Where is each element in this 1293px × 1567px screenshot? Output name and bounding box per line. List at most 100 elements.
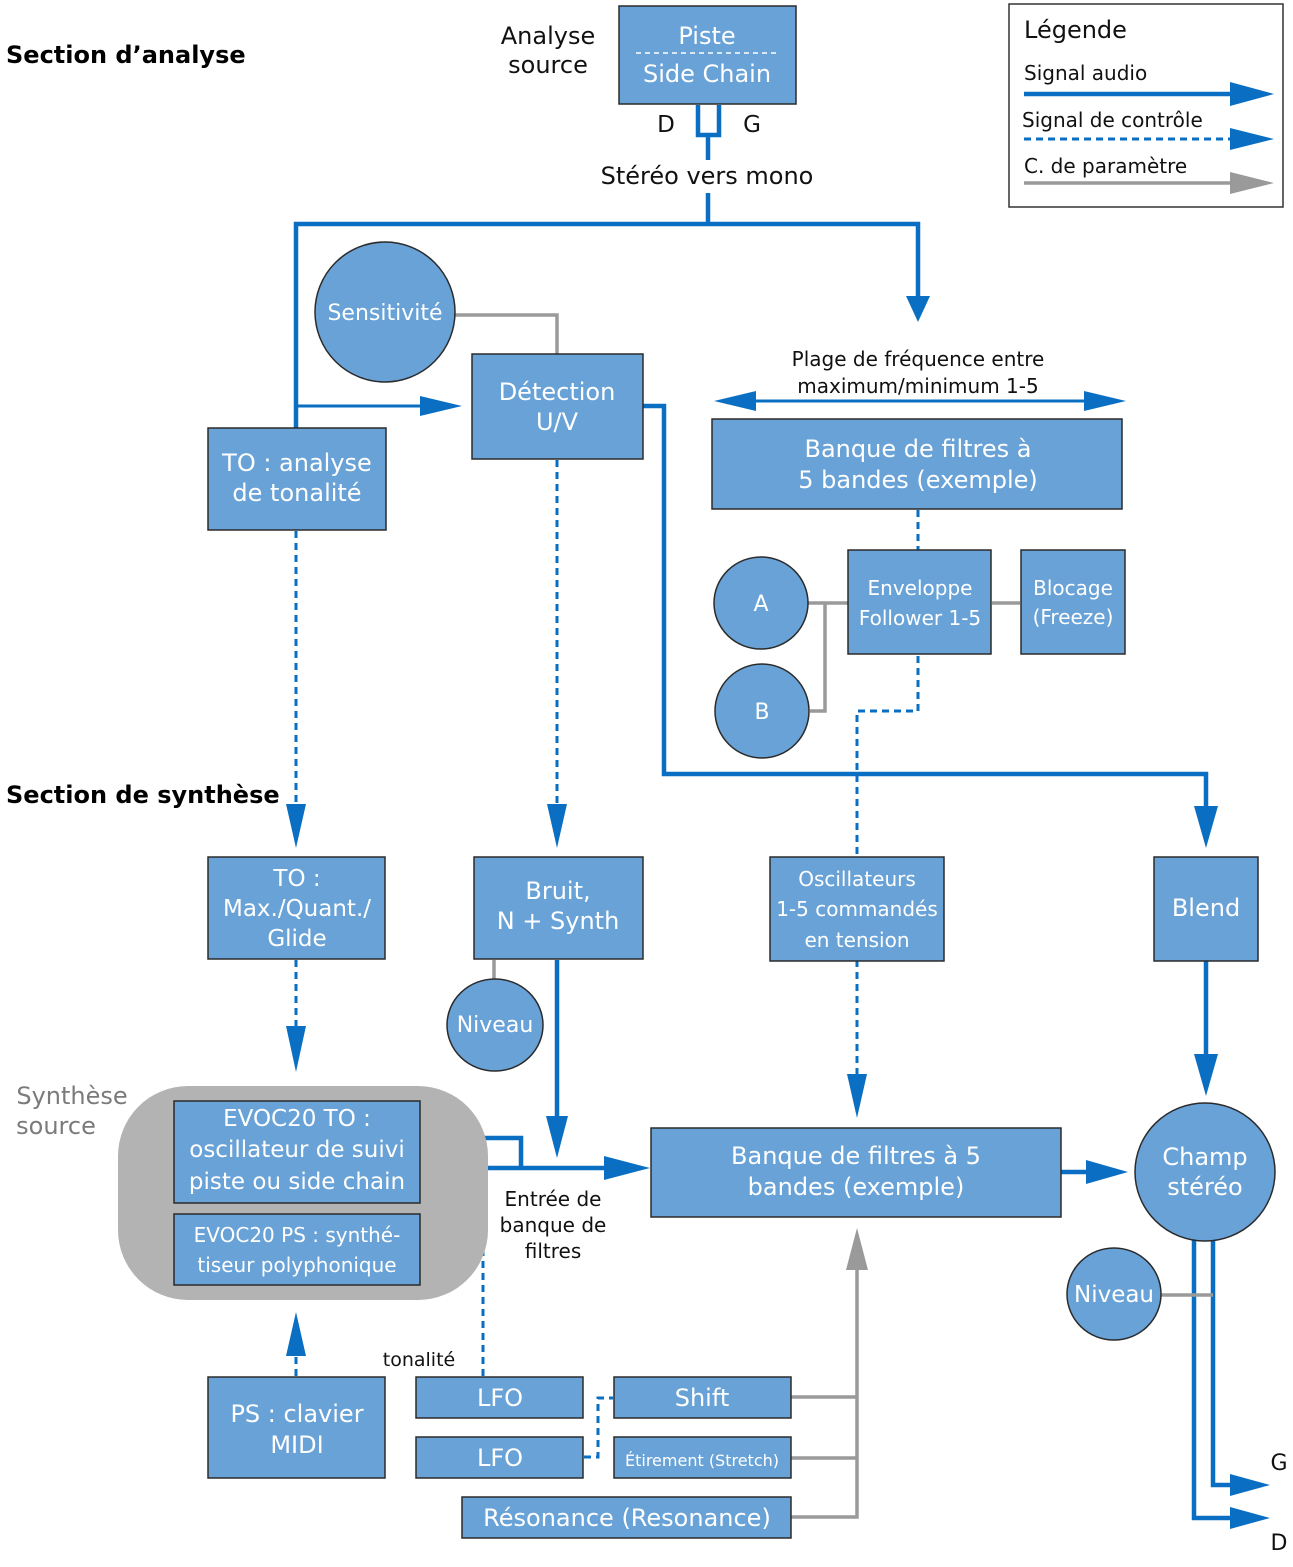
output-d-label: D — [1271, 1531, 1288, 1556]
legend-param-label: C. de paramètre — [1024, 154, 1187, 178]
channel-d-label: D — [657, 112, 675, 138]
block-track-sidechain[interactable]: Piste Side Chain — [618, 5, 797, 105]
arrow-ps-up — [286, 1312, 306, 1356]
analysis-section-title: Section d’analyse — [6, 41, 246, 69]
freeze-label-1: Blocage — [1033, 576, 1113, 600]
lfo-shift-label: LFO — [477, 1444, 523, 1472]
lfo-pitch-label: LFO — [477, 1384, 523, 1412]
b-label: B — [754, 700, 769, 725]
legend-title: Légende — [1024, 16, 1127, 44]
sensitivity-param-line — [452, 313, 559, 354]
arrow-param-to-bank — [846, 1228, 868, 1270]
evoc-to-label-1: EVOC20 TO : — [223, 1106, 371, 1132]
block-evoc-to-tracking-osc[interactable]: EVOC20 TO : oscillateur de suivi piste o… — [173, 1100, 421, 1204]
arrow-to-noise — [547, 804, 567, 848]
knob-noise-level[interactable]: Niveau — [446, 978, 544, 1072]
block-stretch[interactable]: Étirement (Stretch) — [613, 1436, 792, 1479]
ps-keyboard-label-2: MIDI — [270, 1431, 323, 1459]
arrow-to-blend — [1194, 806, 1218, 848]
block-freeze[interactable]: Blocage (Freeze) — [1020, 549, 1126, 655]
osc-label-2: 1-5 commandés — [776, 897, 938, 921]
block-pitch-analysis[interactable]: TO : analyse de tonalité — [207, 427, 387, 531]
resonance-param-line — [791, 1265, 859, 1519]
knob-stereo-field[interactable]: Champ stéréo — [1134, 1102, 1276, 1242]
arrow-to-freq-range — [906, 296, 930, 322]
envelope-to-osc-ctrl — [855, 656, 920, 856]
knob-release-b[interactable]: B — [714, 663, 810, 759]
filter-input-label-2: banque de — [500, 1213, 607, 1237]
arrow-to-detection — [420, 396, 462, 416]
noise-label-1: Bruit, — [525, 877, 590, 905]
block-vc-oscillators[interactable]: Oscillateurs 1-5 commandés en tension — [769, 856, 945, 962]
arrow-noise-down — [546, 1116, 568, 1158]
freq-range-arrow-right — [1084, 391, 1126, 411]
arrow-to-synth-bank — [604, 1156, 650, 1180]
stereo-field-label-2: stéréo — [1167, 1173, 1242, 1201]
arrow-osc-to-bank — [847, 1074, 867, 1118]
pitch-analysis-label-2: de tonalité — [232, 479, 361, 507]
pitch-label: tonalité — [383, 1349, 455, 1371]
shift-label: Shift — [675, 1384, 730, 1412]
arrow-to-evoc — [286, 1026, 306, 1072]
b-param-line — [810, 603, 827, 713]
evoc-to-label-3: piste ou side chain — [189, 1169, 405, 1195]
block-synthesis-filterbank[interactable]: Banque de filtres à 5 bandes (exemple) — [650, 1127, 1062, 1218]
sensitivity-label: Sensitivité — [327, 301, 442, 326]
pitch-analysis-label-1: TO : analyse — [221, 449, 372, 477]
arrow-to-champ — [1194, 1054, 1218, 1096]
stereo-field-label-1: Champ — [1162, 1143, 1247, 1171]
stereo-bracket — [695, 105, 722, 138]
diagram-canvas: Légende Signal audio Signal de contrôle … — [6, 3, 1288, 1556]
to-max-label-1: TO : — [272, 866, 320, 892]
synth-bank-label-1: Banque de filtres à 5 — [731, 1142, 981, 1170]
analysis-source-label-1: Analyse — [501, 22, 595, 50]
synth-source-label-1: Synthèse — [16, 1082, 127, 1110]
detection-label-2: U/V — [536, 408, 579, 436]
filter-input-label-1: Entrée de — [505, 1187, 602, 1211]
block-to-max-quant-glide[interactable]: TO : Max./Quant./ Glide — [207, 856, 386, 960]
freq-range-label-1: Plage de fréquence entre — [792, 347, 1045, 371]
freq-range-label-2: maximum/minimum 1-5 — [797, 374, 1038, 398]
envelope-label-2: Follower 1-5 — [859, 606, 981, 630]
analysis-source-label-2: source — [508, 51, 588, 79]
knob-sensitivity[interactable]: Sensitivité — [314, 241, 456, 383]
vocoder-signal-flow-diagram: Légende Signal audio Signal de contrôle … — [0, 0, 1293, 1567]
synth-bank-label-2: bandes (exemple) — [748, 1173, 965, 1201]
filter-input-label-3: filtres — [525, 1239, 582, 1263]
block-uv-detection[interactable]: Détection U/V — [471, 353, 644, 460]
osc-label-3: en tension — [804, 928, 909, 952]
synthesis-section-title: Section de synthèse — [6, 781, 280, 809]
evoc-ps-label-1: EVOC20 PS : synthé- — [194, 1223, 401, 1247]
block-resonance[interactable]: Résonance (Resonance) — [461, 1496, 792, 1539]
block-evoc-ps-poly-synth[interactable]: EVOC20 PS : synthé- tiseur polyphonique — [173, 1213, 421, 1286]
block-envelope-follower[interactable]: Enveloppe Follower 1-5 — [847, 549, 992, 655]
stereo-to-mono-label: Stéréo vers mono — [601, 162, 814, 190]
noise-label-2: N + Synth — [497, 907, 620, 935]
analysis-bank-label-2: 5 bandes (exemple) — [798, 466, 1038, 494]
arrow-out-d — [1230, 1507, 1270, 1529]
to-max-label-2: Max./Quant./ — [223, 896, 371, 922]
block-lfo-pitch[interactable]: LFO — [415, 1376, 584, 1419]
analysis-bank-label-1: Banque de filtres à — [805, 435, 1032, 463]
envelope-label-1: Enveloppe — [868, 576, 973, 600]
output-g-line — [1210, 1240, 1245, 1488]
knob-output-level[interactable]: Niveau — [1066, 1247, 1162, 1341]
detection-label-1: Détection — [499, 378, 616, 406]
synth-source-label-2: source — [16, 1112, 96, 1140]
block-ps-midi-keyboard[interactable]: PS : clavier MIDI — [207, 1376, 386, 1479]
output-level-label: Niveau — [1074, 1282, 1154, 1308]
blend-label: Blend — [1172, 894, 1240, 922]
osc-label-1: Oscillateurs — [798, 867, 916, 891]
freeze-label-2: (Freeze) — [1033, 605, 1114, 629]
block-shift[interactable]: Shift — [613, 1376, 792, 1419]
block-noise-synth[interactable]: Bruit, N + Synth — [473, 856, 644, 960]
block-analysis-filterbank[interactable]: Banque de filtres à 5 bandes (exemple) — [711, 418, 1123, 510]
arrow-out-g — [1230, 1474, 1270, 1496]
block-lfo-shift[interactable]: LFO — [415, 1436, 584, 1479]
knob-attack-a[interactable]: A — [713, 556, 809, 650]
channel-g-label: G — [743, 112, 761, 138]
legend: Légende Signal audio Signal de contrôle … — [1008, 3, 1284, 208]
synth-source-group: EVOC20 TO : oscillateur de suivi piste o… — [118, 1086, 488, 1300]
stretch-label: Étirement (Stretch) — [625, 1451, 779, 1470]
block-blend[interactable]: Blend — [1153, 856, 1259, 962]
